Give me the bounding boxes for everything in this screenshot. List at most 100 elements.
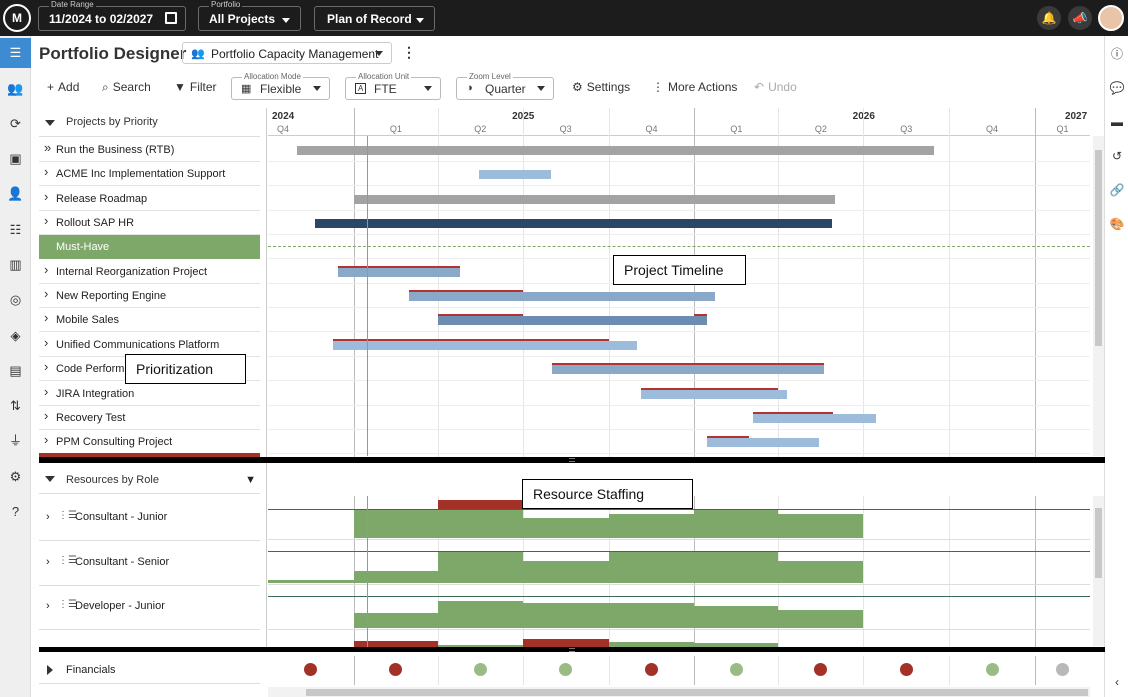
project-row[interactable]: › Rollout SAP HR xyxy=(39,211,260,236)
resource-role-row[interactable]: › ⋮☰ Developer - Junior xyxy=(39,585,260,630)
contact-card-icon[interactable]: ▣ xyxy=(0,144,31,174)
project-row[interactable]: › JIRA Integration xyxy=(39,382,260,406)
staffing-block[interactable] xyxy=(778,514,864,538)
staffing-block[interactable] xyxy=(437,551,523,583)
financial-status-dot[interactable] xyxy=(985,663,999,676)
chevron-right-icon[interactable]: › xyxy=(44,432,48,447)
more-actions-button[interactable]: ⋮ More Actions xyxy=(652,80,737,94)
project-row[interactable]: › New Reporting Engine xyxy=(39,284,260,309)
priority-group-row[interactable]: Must-Have xyxy=(39,235,260,260)
staffing-block[interactable] xyxy=(694,606,779,628)
info-icon[interactable]: ⓘ xyxy=(1105,42,1128,66)
chevron-right-icon[interactable]: › xyxy=(44,189,48,204)
financial-status-dot[interactable] xyxy=(1055,663,1069,676)
staffing-block[interactable] xyxy=(522,603,609,628)
help-icon[interactable]: ? xyxy=(0,497,31,527)
project-bar[interactable] xyxy=(753,413,877,423)
view-select[interactable]: 👥 Portfolio Capacity Management xyxy=(182,42,392,64)
staffing-block[interactable] xyxy=(694,510,779,538)
staffing-block[interactable] xyxy=(778,610,864,628)
financial-status-dot[interactable] xyxy=(473,663,487,676)
people-icon[interactable]: 👤 xyxy=(0,179,31,209)
calendar-icon[interactable] xyxy=(165,12,177,24)
chevron-right-icon[interactable]: › xyxy=(44,408,48,423)
project-bar[interactable] xyxy=(314,219,832,229)
panel-divider[interactable] xyxy=(39,457,1105,463)
list-icon[interactable]: ☷ xyxy=(0,215,31,245)
filter-icon[interactable]: ▼ xyxy=(245,474,256,486)
staffing-block[interactable] xyxy=(268,580,354,583)
resource-scrollbar[interactable] xyxy=(1093,496,1104,646)
project-bar[interactable] xyxy=(296,146,935,155)
collapse-icon[interactable] xyxy=(45,120,55,126)
project-row[interactable]: › PPM Consulting Project xyxy=(39,430,260,455)
portfolio-select[interactable]: Portfolio All Projects xyxy=(198,0,301,31)
staffing-block[interactable] xyxy=(778,561,864,583)
target-icon[interactable]: ◎ xyxy=(0,285,31,315)
palette-icon[interactable]: 🎨 xyxy=(1105,212,1128,236)
app-logo[interactable]: M xyxy=(3,4,31,32)
user-list-icon[interactable]: 👥 xyxy=(0,74,31,104)
chevron-right-icon[interactable]: › xyxy=(44,310,48,325)
chevron-right-icon[interactable]: › xyxy=(44,335,48,350)
financial-status-dot[interactable] xyxy=(644,663,658,676)
avatar[interactable] xyxy=(1098,5,1124,31)
financial-status-dot[interactable] xyxy=(729,663,743,676)
project-row[interactable]: › Mobile Sales xyxy=(39,308,260,333)
project-bar[interactable] xyxy=(353,194,836,204)
staffing-block[interactable] xyxy=(522,518,609,538)
allocation-mode-select[interactable]: Allocation Mode ▦ Flexible xyxy=(231,72,330,100)
megaphone-icon[interactable]: 📣 xyxy=(1068,6,1092,30)
chevron-right-icon[interactable]: › xyxy=(44,262,48,277)
staffing-block[interactable] xyxy=(608,514,695,538)
document-icon[interactable]: ▤ xyxy=(0,356,31,386)
project-bar[interactable] xyxy=(337,267,461,277)
project-row[interactable]: › Internal Reorganization Project xyxy=(39,260,260,284)
financials-row[interactable]: Financials xyxy=(39,656,260,684)
drag-handle-icon[interactable] xyxy=(569,458,575,462)
financial-status-dot[interactable] xyxy=(304,663,318,676)
chevron-right-icon[interactable]: › xyxy=(46,600,50,612)
undo-button[interactable]: ↶ Undo xyxy=(754,80,797,94)
chat-icon[interactable]: 💬 xyxy=(1105,76,1128,100)
zoom-level-select[interactable]: Zoom Level ◑ Quarter xyxy=(456,72,554,100)
project-bar[interactable] xyxy=(641,389,787,399)
columns-icon[interactable]: ▥ xyxy=(0,250,31,280)
resource-role-row[interactable]: › ⋮☰ Consultant - Junior xyxy=(39,496,260,541)
panel-divider[interactable] xyxy=(39,647,1105,652)
settings-button[interactable]: ⚙ Settings xyxy=(572,80,630,94)
financial-status-dot[interactable] xyxy=(389,663,403,676)
scroll-thumb[interactable] xyxy=(1095,508,1102,578)
chevron-right-icon[interactable]: › xyxy=(44,213,48,228)
sync-icon[interactable]: ⟳ xyxy=(0,109,31,139)
financial-status-dot[interactable] xyxy=(559,663,573,676)
chevron-right-icon[interactable]: » xyxy=(44,140,51,155)
plug-icon[interactable]: ⏚ xyxy=(0,426,31,456)
timeline-scrollbar[interactable] xyxy=(1093,136,1104,456)
gear-icon[interactable]: ⚙ xyxy=(0,462,31,492)
chevron-left-icon[interactable]: ‹ xyxy=(1105,670,1128,694)
date-range-picker[interactable]: Date Range 11/2024 to 02/2027 xyxy=(38,0,186,31)
scroll-thumb[interactable] xyxy=(306,689,1088,696)
staffing-block[interactable] xyxy=(608,603,695,628)
chevron-right-icon[interactable]: › xyxy=(46,556,50,568)
project-bar[interactable] xyxy=(707,438,820,448)
staffing-block[interactable] xyxy=(437,601,523,628)
resources-panel-header[interactable]: Resources by Role ▼ xyxy=(39,466,260,494)
chevron-right-icon[interactable]: › xyxy=(44,384,48,399)
financial-status-dot[interactable] xyxy=(899,663,913,676)
project-row[interactable]: › Recovery Test xyxy=(39,406,260,430)
search-button[interactable]: ⌕ Search xyxy=(102,80,151,95)
staffing-block[interactable] xyxy=(694,551,779,583)
more-options-icon[interactable]: ⋮ xyxy=(402,44,416,61)
project-bar[interactable] xyxy=(437,316,708,326)
staffing-block[interactable] xyxy=(522,639,609,647)
staffing-block[interactable] xyxy=(608,551,695,583)
scroll-thumb[interactable] xyxy=(1095,150,1102,346)
project-bar[interactable] xyxy=(333,340,638,350)
horizontal-scrollbar[interactable] xyxy=(268,687,1090,697)
chevron-right-icon[interactable]: › xyxy=(44,164,48,179)
drag-handle-icon[interactable] xyxy=(569,648,575,652)
project-bar[interactable] xyxy=(408,292,715,302)
chevron-right-icon[interactable]: › xyxy=(46,511,50,523)
